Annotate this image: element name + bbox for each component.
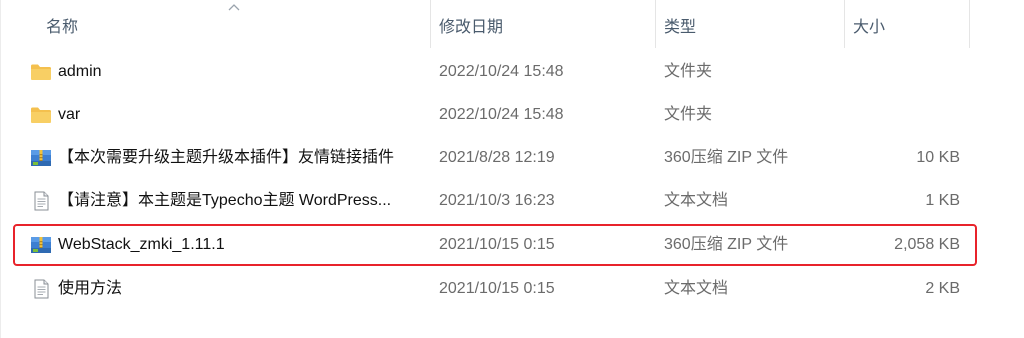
file-name: WebStack_zmki_1.11.1 (58, 236, 225, 253)
file-name: admin (58, 63, 102, 80)
file-modified: 2022/10/24 15:48 (439, 63, 564, 80)
file-row[interactable]: 【本次需要升级主题升级本插件】友情链接插件 2021/8/28 12:19 36… (22, 138, 977, 178)
file-row[interactable]: var 2022/10/24 15:48 文件夹 (22, 95, 977, 135)
column-header-name-label: 名称 (46, 19, 79, 36)
file-size: 2,058 KB (894, 236, 960, 253)
file-row[interactable]: 【请注意】本主题是Typecho主题 WordPress... 2021/10/… (22, 181, 977, 221)
file-modified: 2021/10/15 0:15 (439, 236, 555, 253)
file-type: 文件夹 (664, 63, 713, 80)
folder-icon (31, 64, 51, 80)
chevron-up-icon (228, 4, 240, 11)
zip-archive-icon (31, 150, 51, 166)
file-modified: 2022/10/24 15:48 (439, 106, 564, 123)
column-header-size-label: 大小 (853, 19, 886, 36)
file-name: 使用方法 (58, 280, 123, 297)
column-divider[interactable] (969, 0, 970, 48)
file-type: 文本文档 (664, 192, 729, 209)
file-type: 360压缩 ZIP 文件 (664, 149, 789, 166)
file-size (844, 52, 960, 92)
text-document-icon (34, 191, 49, 211)
file-name: 【请注意】本主题是Typecho主题 WordPress... (58, 192, 392, 209)
zip-archive-icon (31, 237, 51, 253)
column-header-type-label: 类型 (664, 19, 697, 36)
file-modified: 2021/10/15 0:15 (439, 280, 555, 297)
file-type: 文件夹 (664, 106, 713, 123)
file-row[interactable]: admin 2022/10/24 15:48 文件夹 (22, 52, 977, 92)
file-size: 10 KB (916, 149, 960, 166)
file-size (844, 95, 960, 135)
file-modified: 2021/8/28 12:19 (439, 149, 555, 166)
file-row[interactable]: WebStack_zmki_1.11.1 2021/10/15 0:15 360… (22, 225, 977, 265)
file-name: var (58, 106, 81, 123)
column-header-modified[interactable]: 修改日期 (431, 0, 655, 56)
file-modified: 2021/10/3 16:23 (439, 192, 555, 209)
column-header-modified-label: 修改日期 (439, 19, 504, 36)
column-header-type[interactable]: 类型 (656, 0, 844, 56)
column-header-size[interactable]: 大小 (845, 0, 969, 56)
file-type: 文本文档 (664, 280, 729, 297)
folder-icon (31, 107, 51, 123)
file-row[interactable]: 使用方法 2021/10/15 0:15 文本文档 2 KB (22, 269, 977, 309)
column-header-bar: 名称 修改日期 类型 大小 (0, 0, 1024, 56)
file-size: 1 KB (925, 192, 960, 209)
file-type: 360压缩 ZIP 文件 (664, 236, 789, 253)
file-name: 【本次需要升级主题升级本插件】友情链接插件 (58, 149, 395, 166)
text-document-icon (34, 279, 49, 299)
file-size: 2 KB (925, 280, 960, 297)
